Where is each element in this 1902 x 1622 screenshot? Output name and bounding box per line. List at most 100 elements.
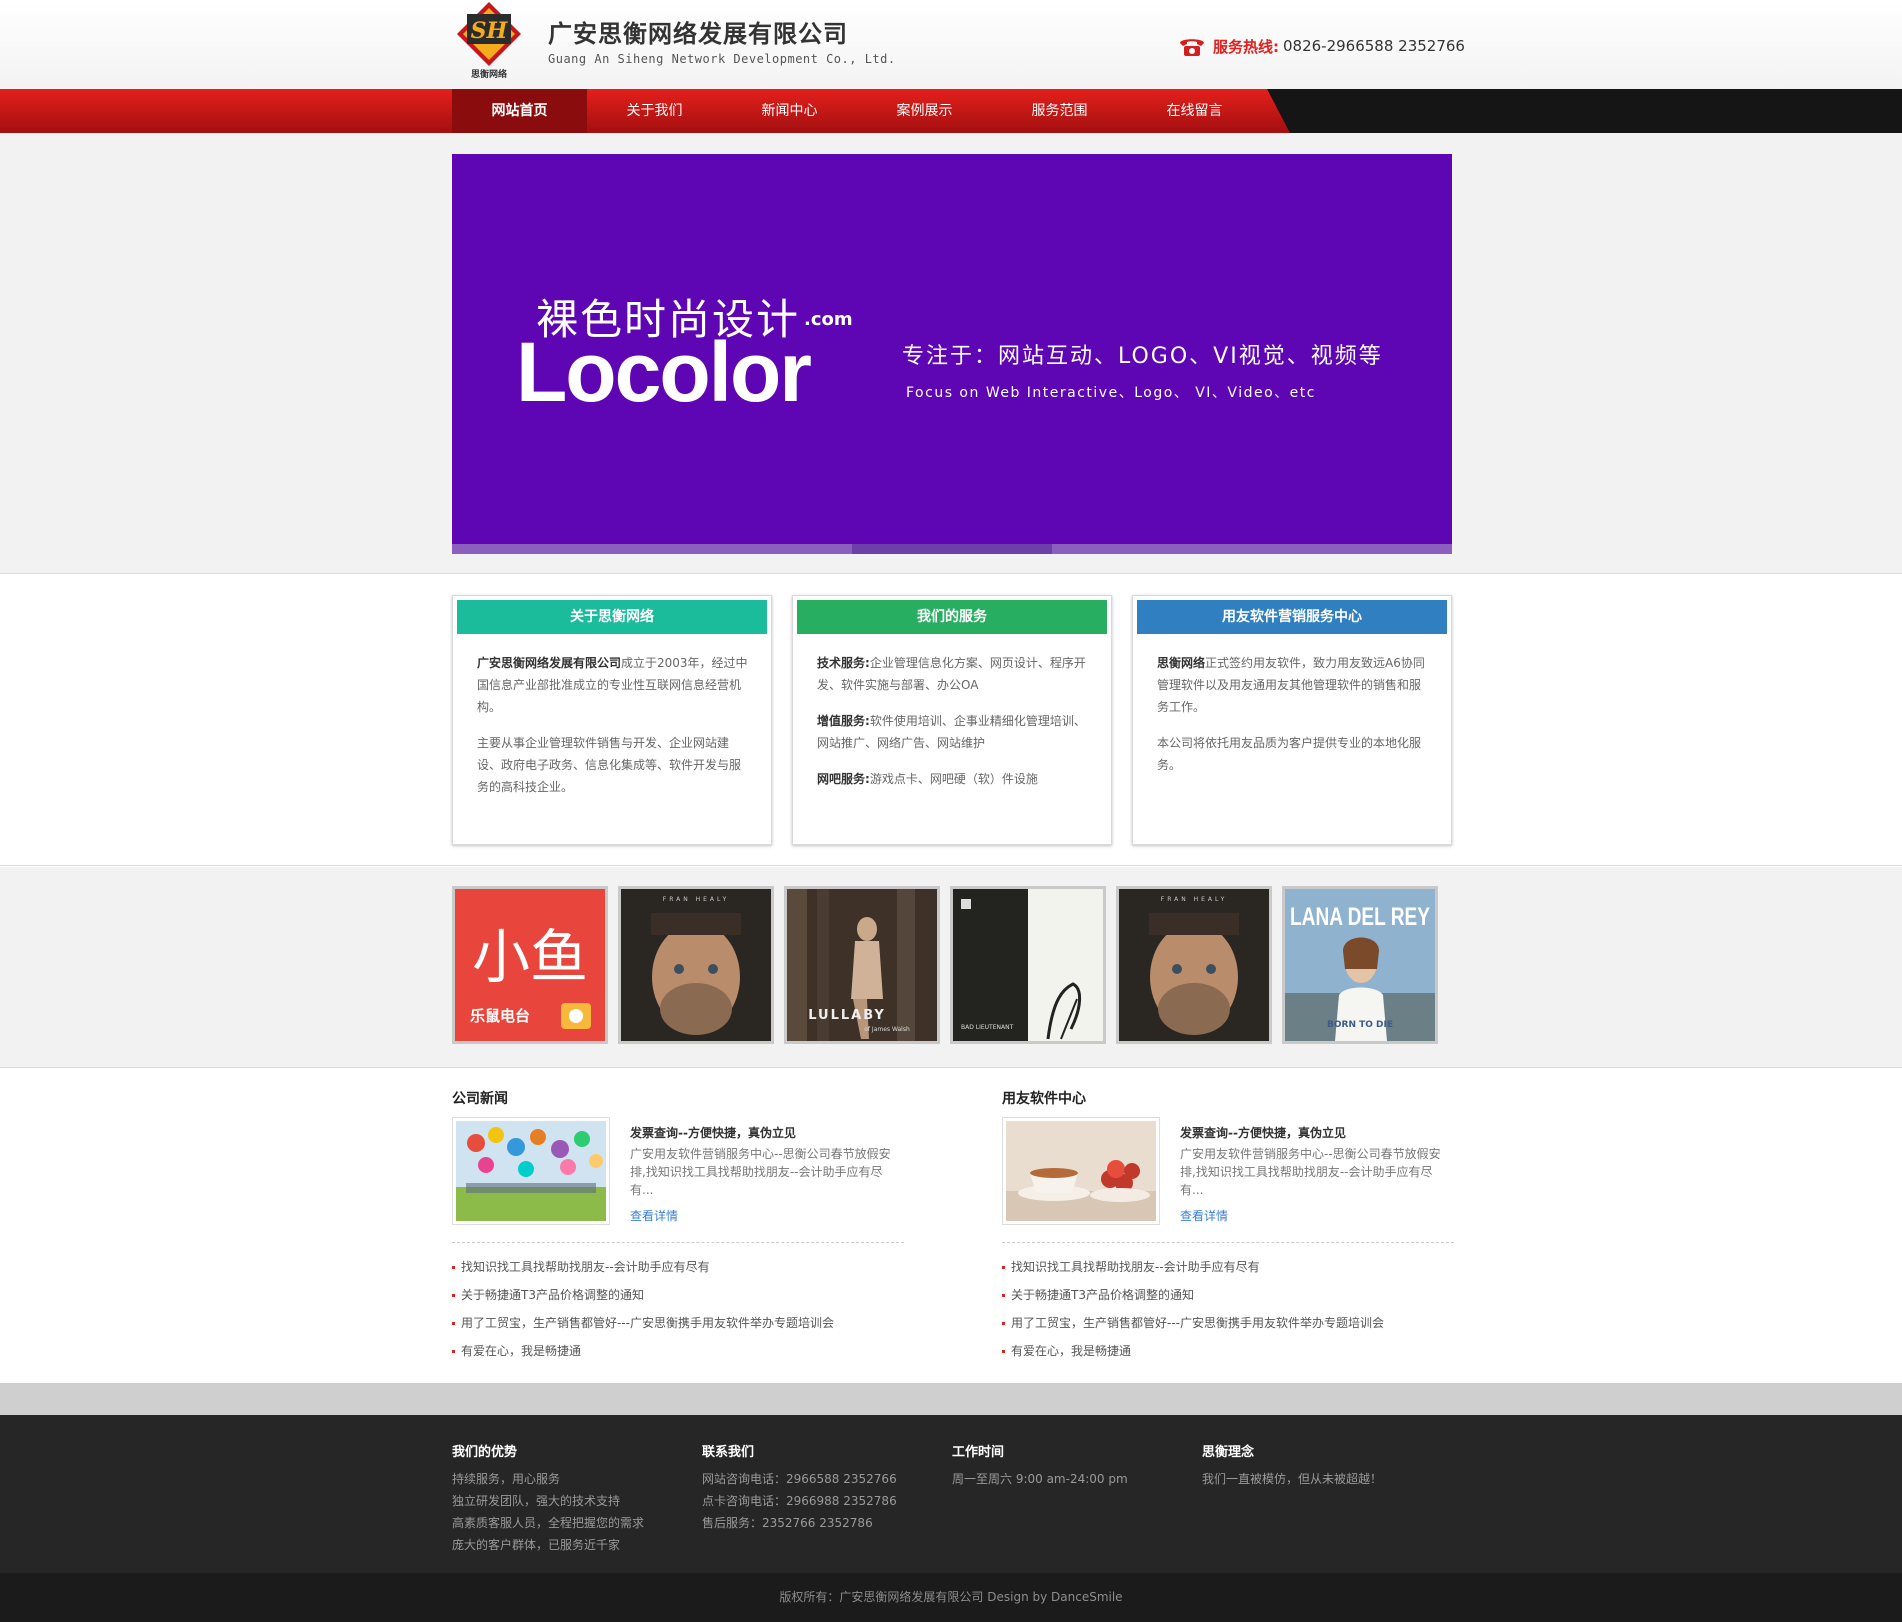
- svg-text:FRAN HEALY: FRAN HEALY: [663, 896, 730, 903]
- info-paragraph: 广安思衡网络发展有限公司成立于2003年，经过中国信息产业部批准成立的专业性互联…: [477, 656, 748, 714]
- info-paragraph: 主要从事企业管理软件销售与开发、企业网站建设、政府电子政务、信息化集成等、软件开…: [477, 736, 742, 794]
- info-box-title: 关于思衡网络: [457, 600, 767, 634]
- news-section-title: 用友软件中心: [1002, 1091, 1086, 1107]
- news-thumbnail[interactable]: [1002, 1117, 1160, 1225]
- footer-column-hours: 工作时间 周一至周六 9:00 am-24:00 pm: [952, 1441, 1182, 1490]
- footer-line: 独立研发团队，强大的技术支持: [452, 1494, 621, 1508]
- news-list-item[interactable]: 找知识找工具找帮助找朋友--会计助手应有尽有: [452, 1256, 834, 1284]
- news-list-item[interactable]: 用了工贸宝，生产销售都管好---广安思衡携手用友软件举办专题培训会: [452, 1312, 834, 1340]
- info-paragraph: 思衡网络正式签约用友软件，致力用友致远A6协同管理软件以及用友通用友其他管理软件…: [1157, 656, 1425, 714]
- gallery-image: LANA DEL REY BORN TO DIE: [1285, 889, 1435, 1041]
- news-list-item[interactable]: 找知识找工具找帮助找朋友--会计助手应有尽有: [1002, 1256, 1384, 1284]
- news-list-item[interactable]: 有爱在心，我是畅捷通: [452, 1340, 834, 1368]
- banner-dot-5[interactable]: [1252, 544, 1452, 554]
- nav-item-services[interactable]: 服务范围: [992, 89, 1127, 133]
- nav-list: 网站首页 关于我们 新闻中心 案例展示 服务范围 在线留言: [452, 89, 1262, 133]
- nav-item-cases[interactable]: 案例展示: [857, 89, 992, 133]
- gallery-image: FRAN HEALY: [1119, 889, 1269, 1041]
- banner-pagination: [452, 544, 1452, 554]
- banner-slogan-en: Focus on Web Interactive、Logo、 VI、Video、…: [906, 385, 1316, 401]
- nav-item-news[interactable]: 新闻中心: [722, 89, 857, 133]
- banner-dot-1[interactable]: [452, 544, 652, 554]
- banner-brand-logo: Locolor: [516, 325, 812, 419]
- company-logo-icon[interactable]: SH 思衡网络: [453, 0, 525, 80]
- nav-item-message[interactable]: 在线留言: [1127, 89, 1262, 133]
- gallery-image: FRAN HEALY: [621, 889, 771, 1041]
- gallery-item-fran-healy-2[interactable]: FRAN HEALY: [1116, 886, 1272, 1044]
- nav-item-home[interactable]: 网站首页: [452, 89, 587, 133]
- svg-text:BAD LIEUTENANT: BAD LIEUTENANT: [961, 1024, 1014, 1031]
- site-header: SH 思衡网络 广安思衡网络发展有限公司 Guang An Siheng Net…: [0, 0, 1902, 89]
- news-list-item[interactable]: 有爱在心，我是畅捷通: [1002, 1340, 1384, 1368]
- news-list: 找知识找工具找帮助找朋友--会计助手应有尽有 关于畅捷通T3产品价格调整的通知 …: [452, 1256, 834, 1368]
- news-list-item[interactable]: 关于畅捷通T3产品价格调整的通知: [1002, 1284, 1384, 1312]
- footer-line: 高素质客服人员，全程把握您的需求: [452, 1516, 645, 1530]
- company-name-en: Guang An Siheng Network Development Co.,…: [548, 52, 896, 66]
- company-name: 广安思衡网络发展有限公司: [548, 20, 848, 48]
- info-box-body: 思衡网络正式签约用友软件，致力用友致远A6协同管理软件以及用友通用友其他管理软件…: [1157, 652, 1429, 790]
- news-headline[interactable]: 发票查询--方便快捷，真伪立见: [630, 1124, 796, 1141]
- info-box-body: 广安思衡网络发展有限公司成立于2003年，经过中国信息产业部批准成立的专业性互联…: [477, 652, 749, 812]
- footer-line: 网站咨询电话：2966588 2352766: [702, 1472, 897, 1486]
- footer-line: 庞大的客户群体，已服务近千家: [452, 1538, 621, 1552]
- balloons-image: [456, 1121, 606, 1221]
- banner-slide[interactable]: 裸色时尚设计 .com Locolor 专注于：网站互动、LOGO、VI视觉、视…: [452, 154, 1452, 554]
- svg-text:小鱼: 小鱼: [472, 923, 588, 991]
- banner-brand-com: .com: [804, 309, 853, 330]
- footer-line: 周一至周六 9:00 am-24:00 pm: [952, 1472, 1128, 1486]
- gallery-image: BAD LIEUTENANT: [953, 889, 1103, 1041]
- news-headline[interactable]: 发票查询--方便快捷，真伪立见: [1180, 1124, 1346, 1141]
- copyright: 版权所有：广安思衡网络发展有限公司 Design by DanceSmile: [0, 1573, 1902, 1622]
- footer-column-title: 我们的优势: [452, 1445, 518, 1460]
- news-list: 找知识找工具找帮助找朋友--会计助手应有尽有 关于畅捷通T3产品价格调整的通知 …: [1002, 1256, 1384, 1368]
- info-box-body: 技术服务:企业管理信息化方案、网页设计、程序开发、软件实施与部署、办公OA 增值…: [817, 652, 1089, 804]
- news-list-item[interactable]: 关于畅捷通T3产品价格调整的通知: [452, 1284, 834, 1312]
- gallery-image: 小鱼 乐鼠电台: [455, 889, 605, 1041]
- news-section-title: 公司新闻: [452, 1091, 508, 1107]
- svg-text:BORN TO DIE: BORN TO DIE: [1327, 1020, 1393, 1030]
- info-box-services: 我们的服务 技术服务:企业管理信息化方案、网页设计、程序开发、软件实施与部署、办…: [792, 595, 1112, 845]
- info-box-yonyou: 用友软件营销服务中心 思衡网络正式签约用友软件，致力用友致远A6协同管理软件以及…: [1132, 595, 1452, 845]
- footer-line: 售后服务：2352766 2352786: [702, 1516, 873, 1530]
- footer-column-title: 联系我们: [702, 1445, 755, 1460]
- svg-text:FRAN HEALY: FRAN HEALY: [1161, 896, 1228, 903]
- banner-dot-3[interactable]: [852, 544, 1052, 554]
- gallery-item-lullaby[interactable]: LULLABY of James Walsh: [784, 886, 940, 1044]
- gallery-item-fran-healy[interactable]: FRAN HEALY: [618, 886, 774, 1044]
- banner-slogan: 专注于：网站互动、LOGO、VI视觉、视频等: [902, 344, 1383, 369]
- news-thumbnail[interactable]: [452, 1117, 610, 1225]
- info-paragraph: 网吧服务:游戏点卡、网吧硬（软）件设施: [817, 772, 1038, 786]
- news-summary: 广安用友软件营销服务中心--思衡公司春节放假安排,找知识找工具找帮助找朋友--会…: [1180, 1147, 1441, 1197]
- svg-text:LULLABY: LULLABY: [808, 1008, 886, 1023]
- banner-dot-4[interactable]: [1052, 544, 1252, 554]
- nav-item-about[interactable]: 关于我们: [587, 89, 722, 133]
- footer-column-advantages: 我们的优势 持续服务，用心服务 独立研发团队，强大的技术支持 高素质客服人员，全…: [452, 1441, 682, 1556]
- info-paragraph: 增值服务:软件使用培训、企事业精细化管理培训、网站推广、网络广告、网站维护: [817, 714, 1086, 750]
- phone-icon: [1180, 39, 1204, 56]
- footer-column-title: 工作时间: [952, 1445, 1005, 1460]
- banner-dot-2[interactable]: [652, 544, 852, 554]
- svg-text:思衡网络: 思衡网络: [471, 68, 507, 80]
- svg-text:LANA DEL REY: LANA DEL REY: [1290, 903, 1430, 931]
- info-paragraph: 本公司将依托用友品质为客户提供专业的本地化服务。: [1157, 736, 1422, 772]
- service-hotline: 服务热线: 0826-2966588 2352766: [1177, 34, 1465, 58]
- info-box-about: 关于思衡网络 广安思衡网络发展有限公司成立于2003年，经过中国信息产业部批准成…: [452, 595, 772, 845]
- news-more-link[interactable]: 查看详情: [630, 1207, 678, 1224]
- svg-text:SH: SH: [471, 18, 509, 44]
- info-box-title: 我们的服务: [797, 600, 1107, 634]
- news-summary: 广安用友软件营销服务中心--思衡公司春节放假安排,找知识找工具找帮助找朋友--会…: [630, 1147, 891, 1197]
- footer-divider-band: [0, 1383, 1902, 1415]
- footer-line: 我们一直被模仿，但从未被超越！: [1202, 1472, 1383, 1486]
- footer-line: 点卡咨询电话：2966988 2352786: [702, 1494, 897, 1508]
- gallery-item-xiaoyu[interactable]: 小鱼 乐鼠电台: [452, 886, 608, 1044]
- gallery-item-lana-del-rey[interactable]: LANA DEL REY BORN TO DIE: [1282, 886, 1438, 1044]
- news-list-item[interactable]: 用了工贸宝，生产销售都管好---广安思衡携手用友软件举办专题培训会: [1002, 1312, 1384, 1340]
- svg-text:乐鼠电台: 乐鼠电台: [470, 1007, 530, 1025]
- gallery-item-bad-lieutenant[interactable]: BAD LIEUTENANT: [950, 886, 1106, 1044]
- gallery-image: LULLABY of James Walsh: [787, 889, 937, 1041]
- hotline-label: 服务热线:: [1213, 37, 1279, 56]
- footer-column-contact: 联系我们 网站咨询电话：2966588 2352766 点卡咨询电话：29669…: [702, 1441, 932, 1534]
- footer-column-philosophy: 思衡理念 我们一直被模仿，但从未被超越！: [1202, 1441, 1432, 1490]
- news-more-link[interactable]: 查看详情: [1180, 1207, 1228, 1224]
- info-paragraph: 技术服务:企业管理信息化方案、网页设计、程序开发、软件实施与部署、办公OA: [817, 656, 1086, 692]
